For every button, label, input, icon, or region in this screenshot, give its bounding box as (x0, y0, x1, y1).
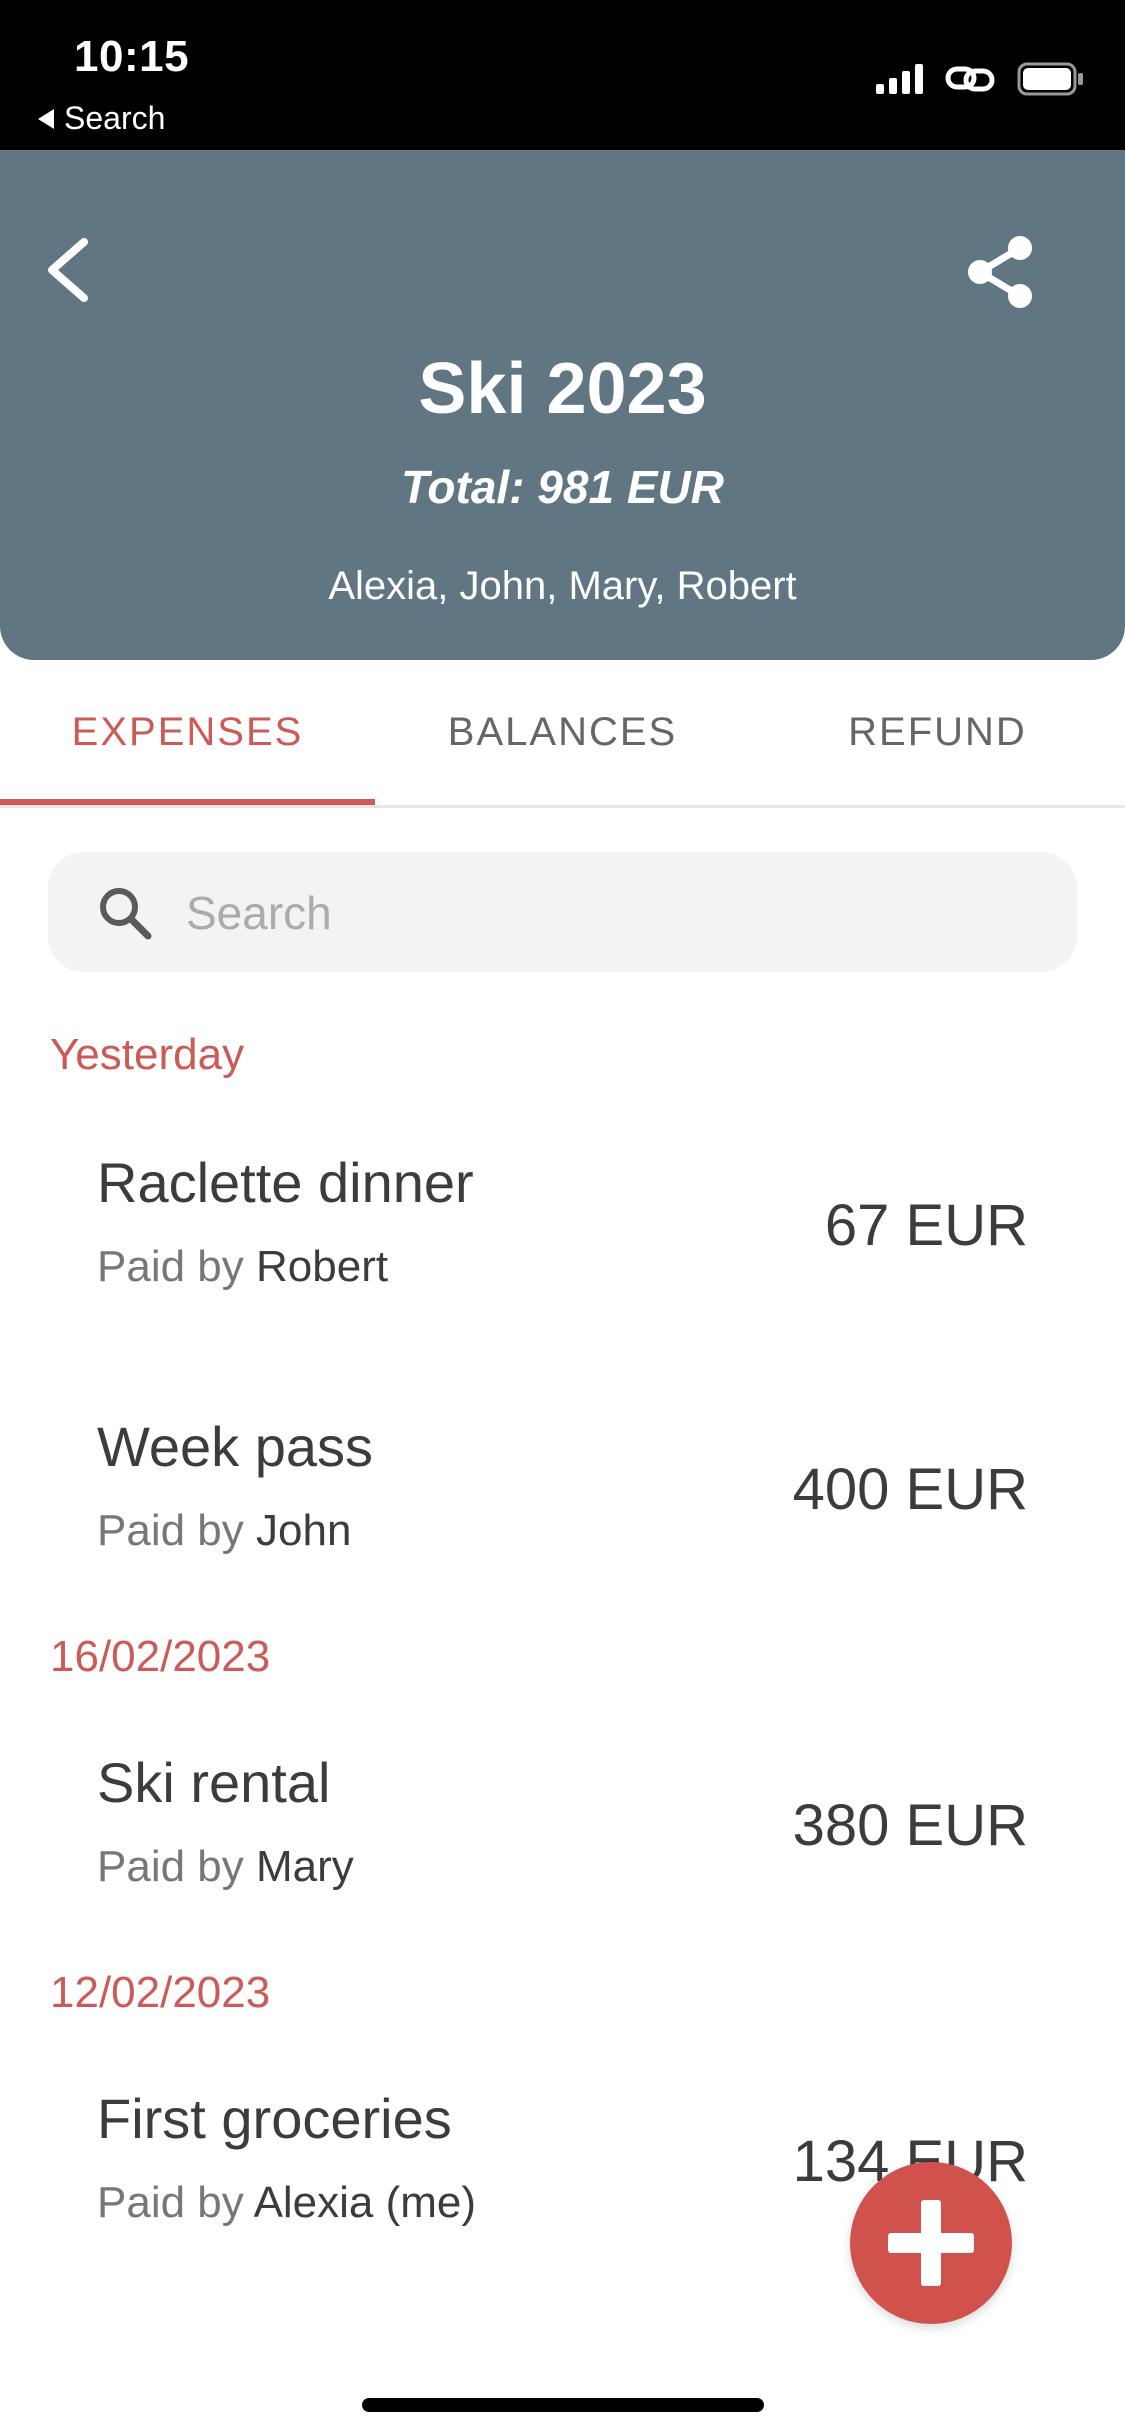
tab-balances[interactable]: BALANCES (375, 660, 750, 805)
link-icon (945, 66, 995, 92)
tab-bar: EXPENSES BALANCES REFUND (0, 660, 1125, 808)
search-input[interactable]: Search (48, 852, 1077, 972)
tab-expenses[interactable]: EXPENSES (0, 660, 375, 805)
expense-title: Ski rental (97, 1751, 331, 1814)
share-button[interactable] (960, 232, 1040, 312)
expense-item[interactable]: Week pass Paid by John 400 EUR (0, 1414, 1125, 1604)
expense-item[interactable]: Ski rental Paid by Mary 380 EUR (0, 1750, 1125, 1940)
expense-paid-by: Paid by Mary (97, 1842, 354, 1892)
group-header: Ski 2023 Total: 981 EUR Alexia, John, Ma… (0, 150, 1125, 660)
active-tab-indicator (0, 799, 375, 805)
search-icon (100, 888, 152, 940)
cellular-signal-icon (876, 64, 923, 94)
status-back-label: Search (64, 100, 166, 136)
expense-title: Raclette dinner (97, 1151, 474, 1214)
share-icon (968, 236, 1032, 308)
group-title: Ski 2023 (418, 349, 707, 429)
battery-icon (1017, 62, 1083, 96)
status-bar: 10:15 Search (0, 0, 1125, 150)
expense-title: First groceries (97, 2087, 452, 2150)
payer-name: Alexia (me) (253, 2178, 477, 2227)
chevron-left-icon (48, 238, 88, 302)
add-expense-button[interactable] (850, 2162, 1012, 2324)
expense-amount: 67 EUR (824, 1193, 1028, 1258)
section-header-yesterday: Yesterday (50, 1030, 245, 1079)
status-time: 10:15 (74, 32, 190, 81)
paid-by-prefix: Paid by (97, 1842, 244, 1891)
home-indicator[interactable] (362, 2398, 764, 2412)
payer-name: Robert (256, 1242, 389, 1291)
expense-paid-by: Paid by Robert (97, 1242, 388, 1292)
participants-list: Alexia, John, Mary, Robert (328, 564, 797, 608)
paid-by-prefix: Paid by (97, 1506, 244, 1555)
paid-by-prefix: Paid by (97, 2178, 244, 2227)
expense-paid-by: Paid by John (97, 1506, 351, 1556)
back-button[interactable] (40, 230, 100, 310)
tab-refund[interactable]: REFUND (750, 660, 1125, 805)
back-triangle-icon (38, 108, 54, 129)
group-total: Total: 981 EUR (401, 461, 724, 513)
search-placeholder: Search (186, 887, 332, 939)
expense-paid-by: Paid by Alexia (me) (97, 2178, 476, 2228)
expense-title: Week pass (97, 1415, 373, 1478)
expense-amount: 400 EUR (792, 1457, 1028, 1522)
expense-amount: 380 EUR (792, 1793, 1028, 1858)
paid-by-prefix: Paid by (97, 1242, 244, 1291)
payer-name: John (256, 1506, 352, 1555)
section-header-date: 16/02/2023 (50, 1632, 271, 1681)
expense-item[interactable]: Raclette dinner Paid by Robert 67 EUR (0, 1150, 1125, 1340)
section-header-date: 12/02/2023 (50, 1968, 271, 2017)
plus-icon-bar (888, 2233, 974, 2253)
payer-name: Mary (256, 1842, 354, 1891)
status-icons (876, 62, 1085, 96)
status-back-link[interactable]: Search (38, 100, 165, 137)
